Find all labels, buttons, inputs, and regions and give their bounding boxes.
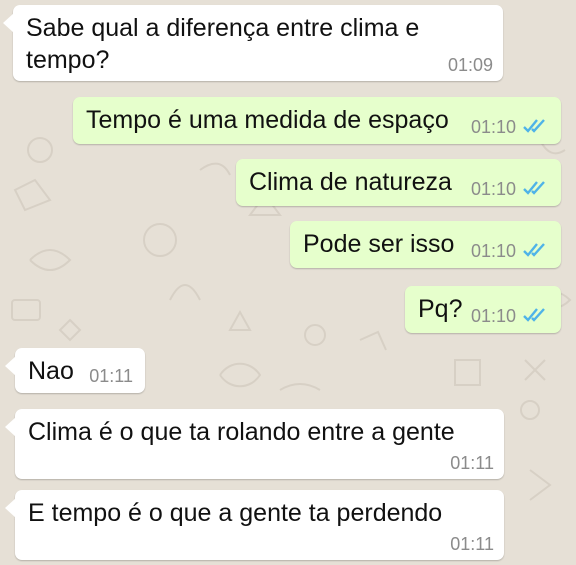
message-text: Pode ser isso xyxy=(303,230,455,258)
chat-conversation[interactable]: Sabe qual a diferença entre clima e temp… xyxy=(0,0,576,565)
message-text: Nao xyxy=(28,357,74,385)
chat-wallpaper-doodles xyxy=(11,107,572,527)
double-check-read-icon xyxy=(523,243,545,257)
message-timestamp: 01:10 xyxy=(470,241,516,261)
bubble-tail xyxy=(3,13,14,33)
double-check-read-icon xyxy=(523,119,545,133)
outgoing-message-bubble[interactable]: Pode ser isso 01:10 xyxy=(290,221,561,268)
incoming-message-bubble[interactable]: Clima é o que ta rolando entre a gente 0… xyxy=(5,409,504,479)
incoming-message-bubble[interactable]: Nao 01:11 xyxy=(5,348,145,393)
message-timestamp: 01:10 xyxy=(470,179,516,199)
incoming-message-bubble[interactable]: E tempo é o que a gente ta perdendo 01:1… xyxy=(5,490,504,560)
message-text: Pq? xyxy=(418,295,463,323)
double-check-read-icon xyxy=(523,308,545,322)
message-timestamp: 01:09 xyxy=(447,55,493,75)
outgoing-message-bubble[interactable]: Pq? 01:10 xyxy=(405,286,561,333)
incoming-message-bubble[interactable]: Sabe qual a diferença entre clima e temp… xyxy=(3,5,503,81)
message-timestamp: 01:11 xyxy=(450,453,494,473)
message-text: Tempo é uma medida de espaço xyxy=(86,106,449,134)
message-text: Clima de natureza xyxy=(249,168,452,196)
outgoing-message-bubble[interactable]: Clima de natureza 01:10 xyxy=(236,159,561,206)
double-check-read-icon xyxy=(523,181,545,195)
message-text-line-1: Sabe qual a diferença entre clima e xyxy=(26,14,420,42)
message-timestamp: 01:10 xyxy=(470,117,516,137)
message-text: Clima é o que ta rolando entre a gente xyxy=(28,418,455,446)
bubble-tail xyxy=(5,498,16,518)
message-text-line-2: tempo? xyxy=(26,46,110,74)
message-text: E tempo é o que a gente ta perdendo xyxy=(28,499,443,527)
message-timestamp: 01:10 xyxy=(470,306,516,326)
message-timestamp: 01:11 xyxy=(450,534,494,554)
bubble-tail xyxy=(5,417,16,437)
bubble-tail xyxy=(5,356,16,376)
message-timestamp: 01:11 xyxy=(89,366,133,386)
outgoing-message-bubble[interactable]: Tempo é uma medida de espaço 01:10 xyxy=(73,97,561,144)
